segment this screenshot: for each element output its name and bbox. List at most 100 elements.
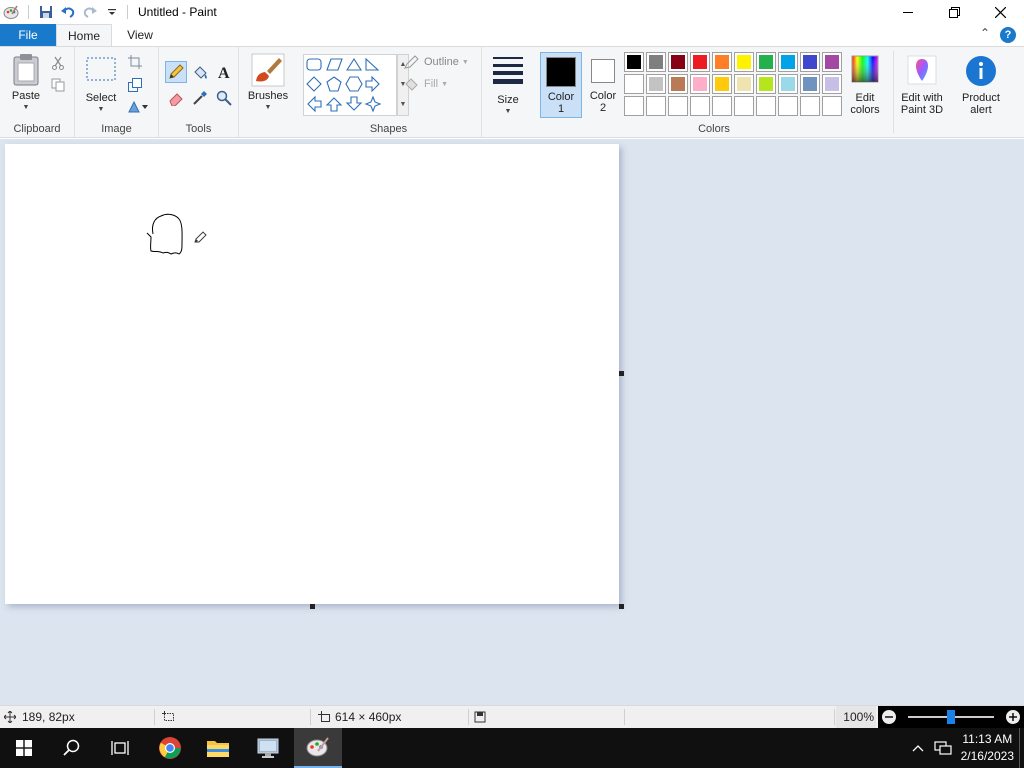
palette-swatch[interactable] bbox=[668, 96, 688, 116]
palette-swatch[interactable] bbox=[734, 52, 754, 72]
restore-button[interactable] bbox=[931, 0, 977, 24]
redo-icon[interactable] bbox=[79, 1, 101, 23]
help-icon[interactable]: ? bbox=[1000, 27, 1016, 43]
save-icon[interactable] bbox=[35, 1, 57, 23]
size-label: Size bbox=[497, 94, 519, 106]
edit-colors-button[interactable]: Edit colors bbox=[844, 55, 886, 116]
taskbar-clock[interactable]: 11:13 AM 2/16/2023 bbox=[961, 731, 1014, 765]
show-hidden-icons-button[interactable] bbox=[906, 728, 930, 768]
product-alert-button[interactable]: Product alert bbox=[955, 55, 1007, 116]
resize-handle-right[interactable] bbox=[619, 371, 624, 376]
close-button[interactable] bbox=[977, 0, 1023, 24]
palette-swatch[interactable] bbox=[624, 74, 644, 94]
palette-swatch[interactable] bbox=[822, 74, 842, 94]
brushes-button[interactable]: Brushes ▼ bbox=[243, 53, 293, 114]
palette-swatch[interactable] bbox=[800, 74, 820, 94]
palette-swatch[interactable] bbox=[756, 96, 776, 116]
palette-swatch[interactable] bbox=[646, 74, 666, 94]
fill-bucket-icon[interactable] bbox=[189, 61, 211, 83]
palette-swatch[interactable] bbox=[756, 74, 776, 94]
resize-handle-corner[interactable] bbox=[619, 604, 624, 609]
chrome-taskbar-button[interactable] bbox=[146, 728, 194, 768]
palette-swatch[interactable] bbox=[778, 74, 798, 94]
tab-view[interactable]: View bbox=[112, 24, 168, 46]
clipboard-group: Paste ▼ Clipboard bbox=[0, 47, 75, 137]
palette-swatch[interactable] bbox=[646, 52, 666, 72]
paint-taskbar-button[interactable] bbox=[294, 728, 342, 768]
file-tab[interactable]: File bbox=[0, 24, 56, 46]
size-group: Size ▼ bbox=[482, 47, 534, 137]
outline-button[interactable]: Outline ▼ bbox=[404, 55, 469, 69]
color2-button[interactable]: Color 2 bbox=[584, 52, 622, 118]
show-desktop-button[interactable] bbox=[1019, 728, 1024, 768]
left-arrow-shape-icon bbox=[307, 95, 322, 113]
palette-swatch[interactable] bbox=[668, 74, 688, 94]
search-button[interactable] bbox=[48, 728, 96, 768]
palette-swatch[interactable] bbox=[822, 96, 842, 116]
color1-number: 1 bbox=[557, 103, 565, 115]
palette-swatch[interactable] bbox=[668, 52, 688, 72]
palette-swatch[interactable] bbox=[690, 52, 710, 72]
ghost-sketch bbox=[146, 213, 183, 255]
fill-button[interactable]: Fill ▼ bbox=[404, 77, 448, 91]
size-button[interactable]: Size ▼ bbox=[488, 55, 528, 118]
undo-icon[interactable] bbox=[57, 1, 79, 23]
palette-swatch[interactable] bbox=[646, 96, 666, 116]
palette-swatch[interactable] bbox=[822, 52, 842, 72]
paint-app-icon[interactable] bbox=[0, 1, 22, 23]
cut-icon[interactable] bbox=[48, 53, 68, 73]
fill-label: Fill bbox=[424, 78, 439, 90]
zoom-out-icon[interactable] bbox=[882, 710, 896, 724]
palette-swatch[interactable] bbox=[690, 74, 710, 94]
color-picker-icon[interactable] bbox=[189, 87, 211, 109]
palette-swatch[interactable] bbox=[800, 52, 820, 72]
zoom-in-icon[interactable] bbox=[1006, 710, 1020, 724]
palette-swatch[interactable] bbox=[778, 96, 798, 116]
palette-swatch[interactable] bbox=[712, 96, 732, 116]
palette-swatch[interactable] bbox=[778, 52, 798, 72]
magnifier-icon[interactable] bbox=[213, 87, 235, 109]
pencil-icon[interactable] bbox=[165, 61, 187, 83]
drawing-canvas[interactable] bbox=[5, 144, 624, 609]
select-rectangle-icon bbox=[86, 57, 116, 81]
customize-toolbar-icon[interactable] bbox=[101, 1, 123, 23]
palette-swatch[interactable] bbox=[624, 96, 644, 116]
palette-swatch[interactable] bbox=[624, 52, 644, 72]
minimize-button[interactable] bbox=[885, 0, 931, 24]
zoom-level: 100% bbox=[836, 706, 876, 728]
product-alert-label-2: alert bbox=[970, 104, 992, 116]
palette-swatch[interactable] bbox=[756, 52, 776, 72]
start-button[interactable] bbox=[0, 728, 48, 768]
palette-swatch[interactable] bbox=[712, 74, 732, 94]
text-tool-icon[interactable]: A bbox=[213, 61, 235, 83]
network-icon bbox=[934, 741, 952, 755]
resize-icon[interactable] bbox=[125, 75, 145, 95]
eraser-icon[interactable] bbox=[165, 87, 187, 109]
palette-swatch[interactable] bbox=[734, 96, 754, 116]
rotate-icon[interactable] bbox=[125, 97, 151, 117]
taskbar: 11:13 AM 2/16/2023 bbox=[0, 728, 1024, 768]
palette-swatch[interactable] bbox=[734, 74, 754, 94]
resize-handle-bottom[interactable] bbox=[310, 604, 315, 609]
taskbar-app-button[interactable] bbox=[244, 728, 292, 768]
paint-window: Untitled - Paint File Home View ⌃ ? Past… bbox=[0, 0, 1024, 768]
palette-swatch[interactable] bbox=[712, 52, 732, 72]
tools-group: A Tools bbox=[159, 47, 239, 137]
palette-swatch[interactable] bbox=[690, 96, 710, 116]
crop-icon[interactable] bbox=[125, 52, 145, 72]
zoom-slider-thumb[interactable] bbox=[947, 710, 955, 724]
paste-button[interactable]: Paste ▼ bbox=[6, 53, 46, 114]
cursor-position-text: 189, 82px bbox=[22, 710, 75, 724]
collapse-ribbon-icon[interactable]: ⌃ bbox=[980, 26, 990, 40]
copy-icon[interactable] bbox=[48, 75, 68, 95]
file-explorer-taskbar-button[interactable] bbox=[194, 728, 242, 768]
color1-button[interactable]: Color 1 bbox=[540, 52, 582, 118]
palette-swatch[interactable] bbox=[800, 96, 820, 116]
network-button[interactable] bbox=[930, 728, 956, 768]
tab-home[interactable]: Home bbox=[56, 24, 112, 46]
task-view-button[interactable] bbox=[96, 728, 144, 768]
paint-app-icon bbox=[306, 737, 329, 757]
edit-with-paint3d-button[interactable]: Edit with Paint 3D bbox=[896, 55, 948, 116]
select-button[interactable]: Select ▼ bbox=[81, 55, 121, 116]
cursor-position: 189, 82px bbox=[4, 706, 75, 728]
